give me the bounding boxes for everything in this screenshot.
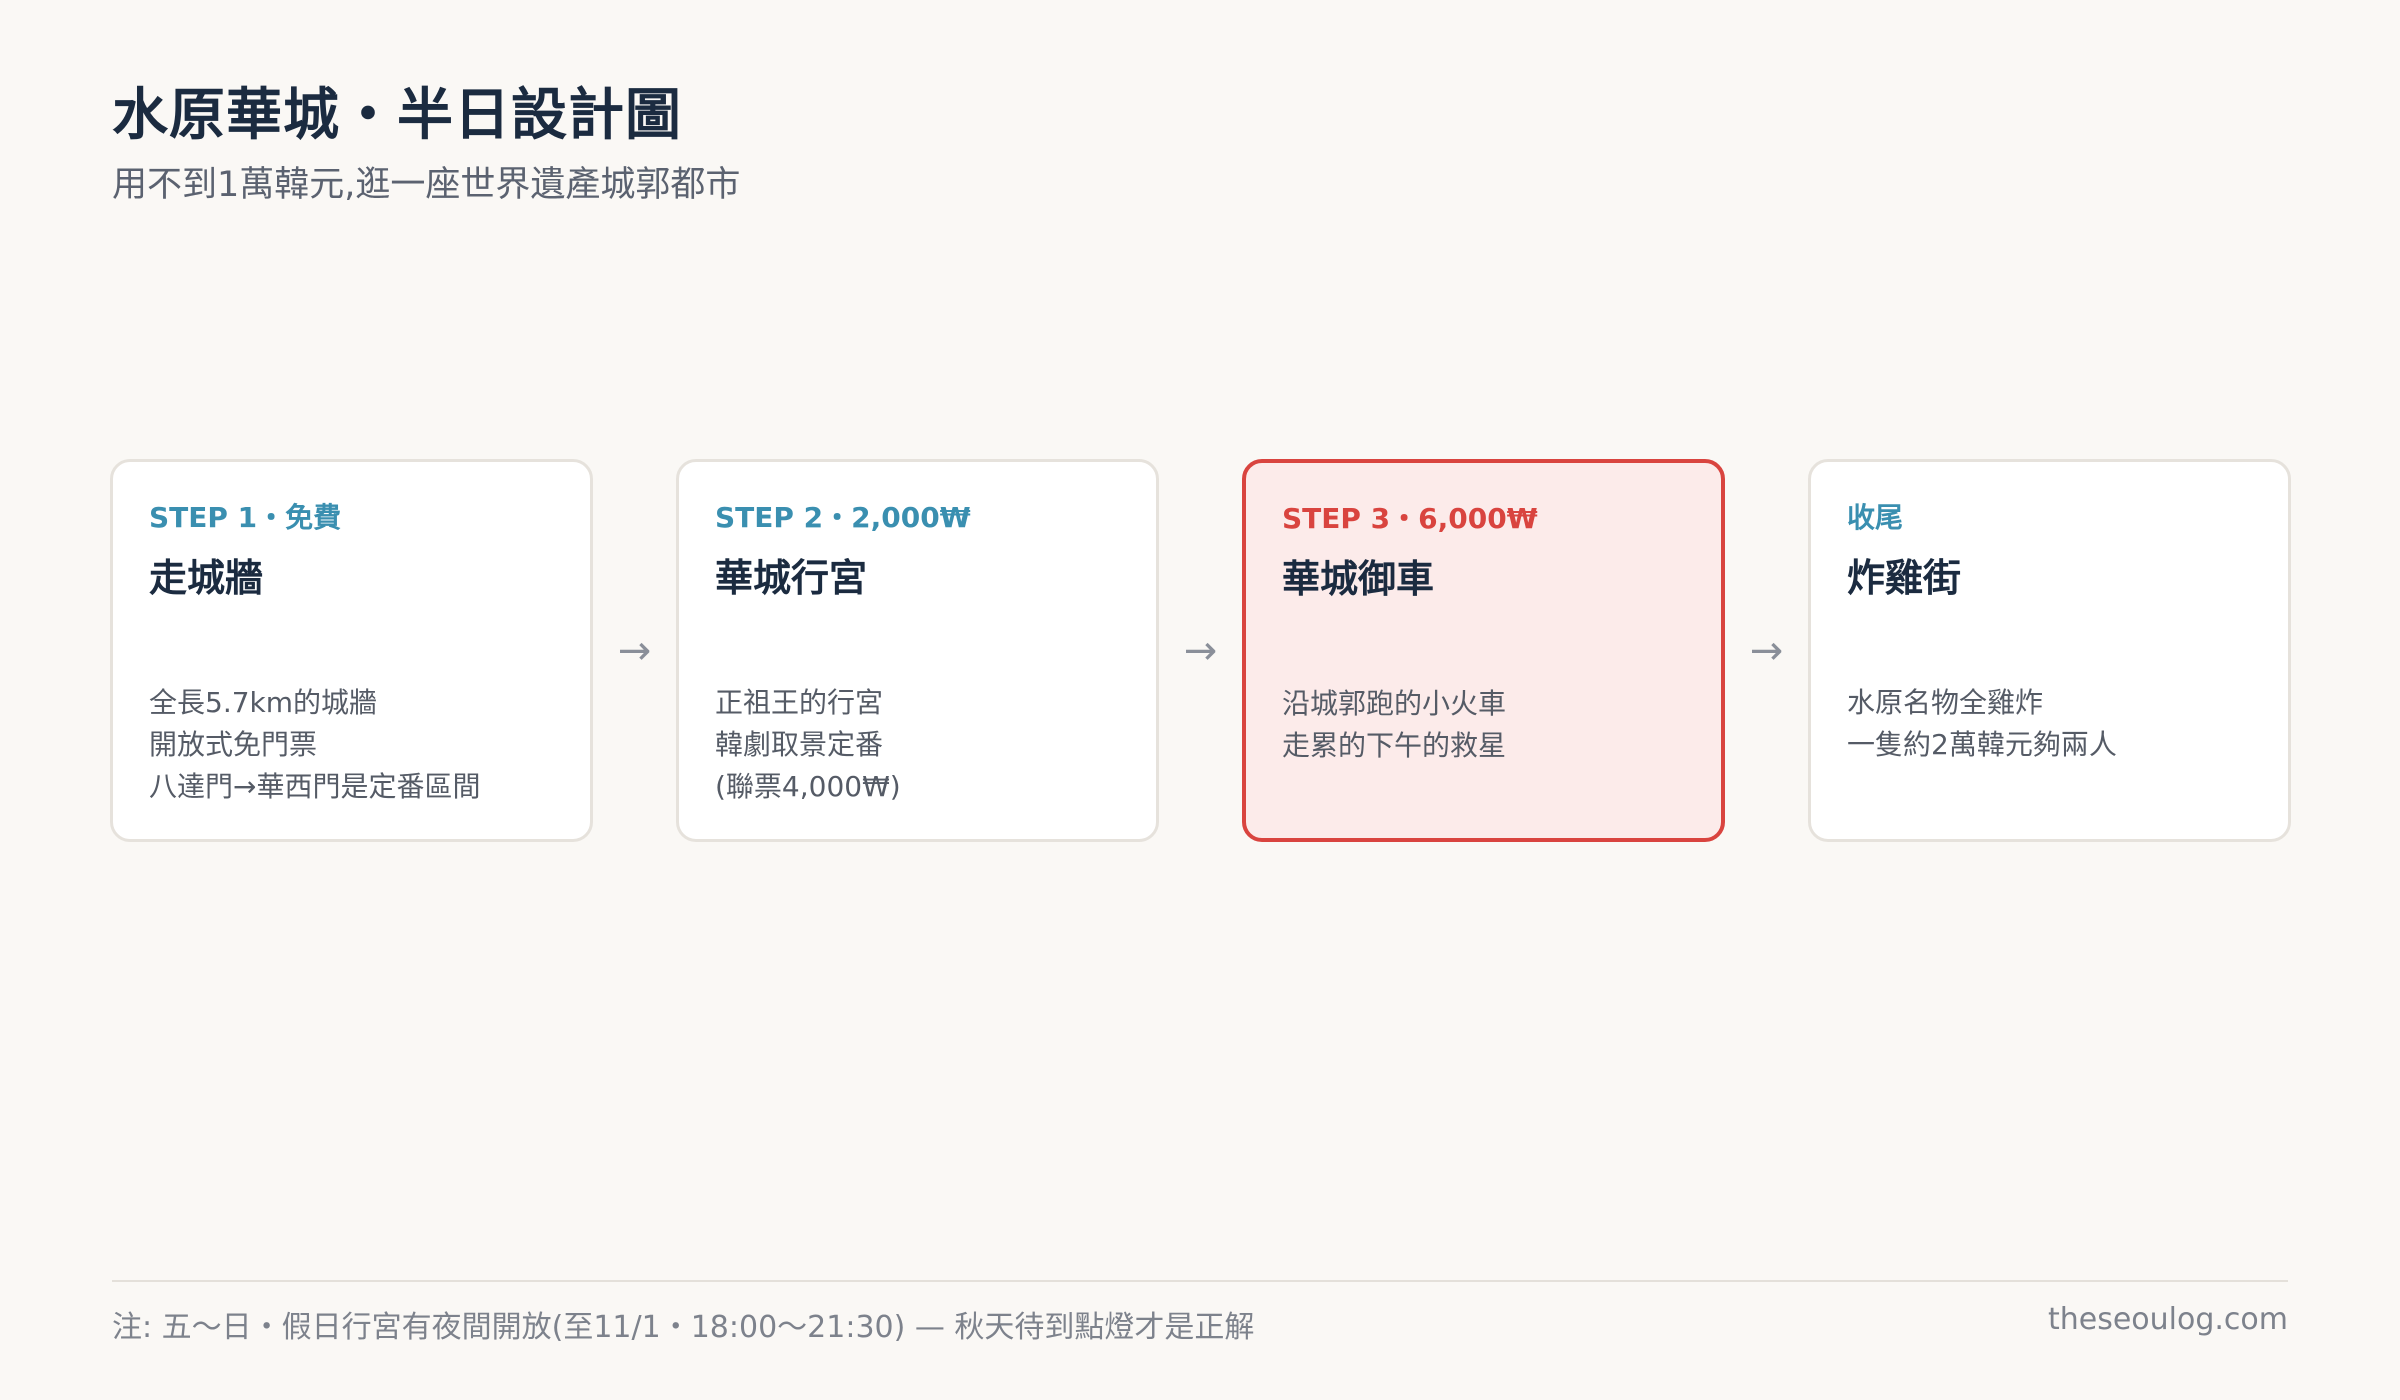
description-line: 韓劇取景定番	[715, 728, 884, 761]
step-name: 華城御車	[1282, 557, 1435, 601]
step-name: 華城行宮	[715, 556, 868, 600]
step-label: STEP 2・2,000₩	[715, 501, 971, 534]
footer-divider	[112, 1280, 2288, 1282]
step-card-3: STEP 3・6,000₩ 華城御車 沿城郭跑的小火車 走累的下午的救星	[1242, 459, 1725, 842]
step-label: STEP 1・免費	[149, 501, 342, 534]
arrow-right-icon: →	[1183, 627, 1218, 674]
description-line: 走累的下午的救星	[1282, 729, 1507, 762]
site-link[interactable]: theseoulog.com	[2048, 1302, 2288, 1337]
page: 水原華城・半日設計圖 用不到1萬韓元,逛一座世界遺產城郭都市 STEP 1・免費…	[0, 0, 2400, 1400]
step-flow: STEP 1・免費 走城牆 全長5.7km的城牆 開放式免門票 八達門→華西門是…	[110, 459, 2291, 842]
description-line: 水原名物全雞炸	[1847, 686, 2044, 719]
description-line: 八達門→華西門是定番區間	[149, 770, 481, 803]
step-label: STEP 3・6,000₩	[1282, 502, 1538, 535]
description-line: (聯票4,000₩)	[715, 770, 901, 803]
step-card-1: STEP 1・免費 走城牆 全長5.7km的城牆 開放式免門票 八達門→華西門是…	[110, 459, 593, 842]
step-card-2: STEP 2・2,000₩ 華城行宮 正祖王的行宮 韓劇取景定番 (聯票4,00…	[676, 459, 1159, 842]
step-label: 收尾	[1847, 501, 1904, 534]
step-description: 沿城郭跑的小火車 走累的下午的救星	[1282, 683, 1691, 767]
footer-note: 注: 五〜日・假日行宮有夜間開放(至11/1・18:00〜21:30) — 秋天…	[112, 1310, 1255, 1345]
step-description: 全長5.7km的城牆 開放式免門票 八達門→華西門是定番區間	[149, 682, 560, 808]
step-name: 走城牆	[149, 556, 264, 600]
step-description: 正祖王的行宮 韓劇取景定番 (聯票4,000₩)	[715, 682, 1126, 808]
description-line: 一隻約2萬韓元夠兩人	[1847, 728, 2117, 761]
step-name: 炸雞街	[1847, 556, 1962, 600]
description-line: 沿城郭跑的小火車	[1282, 687, 1507, 720]
step-card-4: 收尾 炸雞街 水原名物全雞炸 一隻約2萬韓元夠兩人	[1808, 459, 2291, 842]
description-line: 正祖王的行宮	[715, 686, 884, 719]
arrow-right-icon: →	[617, 627, 652, 674]
description-line: 全長5.7km的城牆	[149, 686, 378, 719]
page-title: 水原華城・半日設計圖	[112, 83, 682, 148]
page-subtitle: 用不到1萬韓元,逛一座世界遺產城郭都市	[112, 165, 741, 205]
step-description: 水原名物全雞炸 一隻約2萬韓元夠兩人	[1847, 682, 2258, 766]
arrow-right-icon: →	[1749, 627, 1784, 674]
description-line: 開放式免門票	[149, 728, 318, 761]
